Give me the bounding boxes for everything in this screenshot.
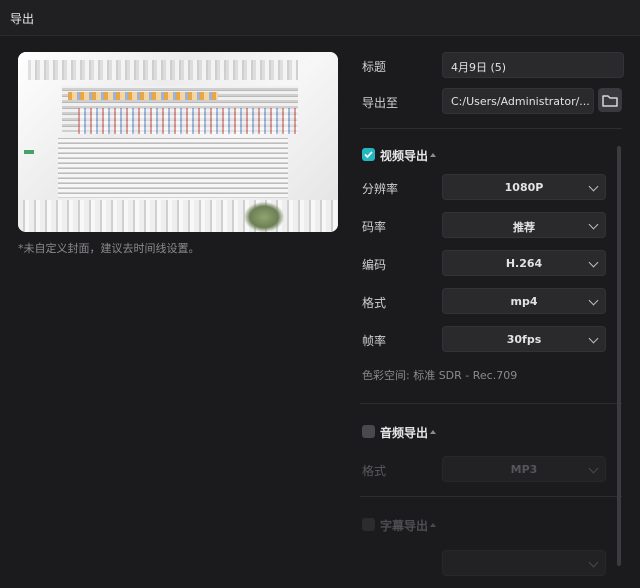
window-title: 导出 <box>10 12 35 26</box>
codec-row: 编码 H.264 <box>360 250 610 276</box>
audio-format-select[interactable]: MP3 <box>442 456 606 482</box>
caret-up-icon[interactable] <box>430 430 436 434</box>
codec-label: 编码 <box>362 258 387 272</box>
preview-noise <box>58 138 288 198</box>
cover-preview[interactable] <box>18 52 338 232</box>
audio-format-label: 格式 <box>362 464 387 478</box>
bitrate-row: 码率 推荐 <box>360 212 610 238</box>
subtitle-format-row <box>360 550 610 576</box>
codec-select[interactable]: H.264 <box>442 250 606 276</box>
caret-up-icon[interactable] <box>430 153 436 157</box>
checkbox-icon[interactable] <box>362 425 375 438</box>
export-path-field[interactable]: C:/Users/Administrator/... <box>442 88 594 114</box>
browse-folder-button[interactable] <box>598 88 622 112</box>
framerate-label: 帧率 <box>362 334 387 348</box>
audio-export-header[interactable]: 音频导出 <box>362 423 442 441</box>
checkbox-checked-icon[interactable] <box>362 148 375 161</box>
checkbox-icon[interactable] <box>362 518 375 531</box>
export-to-label: 导出至 <box>362 96 399 110</box>
export-settings-panel: 标题 4月9日 (5) 导出至 C:/Users/Administrator/.… <box>360 40 628 588</box>
scrollbar[interactable] <box>617 146 621 566</box>
title-bar: 导出 <box>0 0 640 36</box>
divider <box>360 403 622 404</box>
resolution-label: 分辨率 <box>362 182 399 196</box>
caret-up-icon[interactable] <box>430 523 436 527</box>
preview-plant <box>244 202 284 232</box>
resolution-select[interactable]: 1080P <box>442 174 606 200</box>
title-input[interactable]: 4月9日 (5) <box>442 52 624 78</box>
framerate-row: 帧率 30fps <box>360 326 610 352</box>
color-space-text: 色彩空间: 标准 SDR - Rec.709 <box>362 369 518 382</box>
video-export-title: 视频导出 <box>380 149 429 163</box>
subtitle-export-header[interactable]: 字幕导出 <box>362 516 442 534</box>
preview-noise <box>18 200 338 232</box>
preview-toolbar-strip <box>68 92 218 100</box>
subtitle-format-select[interactable] <box>442 550 606 576</box>
chevron-down-icon <box>588 557 599 568</box>
format-select[interactable]: mp4 <box>442 288 606 314</box>
bitrate-label: 码率 <box>362 220 387 234</box>
divider <box>360 128 622 129</box>
format-row: 格式 mp4 <box>360 288 610 314</box>
divider <box>360 496 622 497</box>
folder-icon <box>602 95 618 107</box>
title-row: 标题 4月9日 (5) <box>360 52 624 78</box>
preview-marker <box>24 150 34 154</box>
audio-export-title: 音频导出 <box>380 426 429 440</box>
export-path-row: 导出至 C:/Users/Administrator/... <box>360 88 622 114</box>
cover-note: *未自定义封面，建议去时间线设置。 <box>18 242 200 255</box>
format-label: 格式 <box>362 296 387 310</box>
preview-content-strip <box>78 108 298 134</box>
title-label: 标题 <box>362 60 387 74</box>
framerate-select[interactable]: 30fps <box>442 326 606 352</box>
audio-format-row: 格式 MP3 <box>360 456 610 482</box>
subtitle-export-title: 字幕导出 <box>380 519 429 533</box>
bitrate-select[interactable]: 推荐 <box>442 212 606 238</box>
video-export-header[interactable]: 视频导出 <box>362 146 442 164</box>
resolution-row: 分辨率 1080P <box>360 174 610 200</box>
preview-noise <box>28 60 298 80</box>
